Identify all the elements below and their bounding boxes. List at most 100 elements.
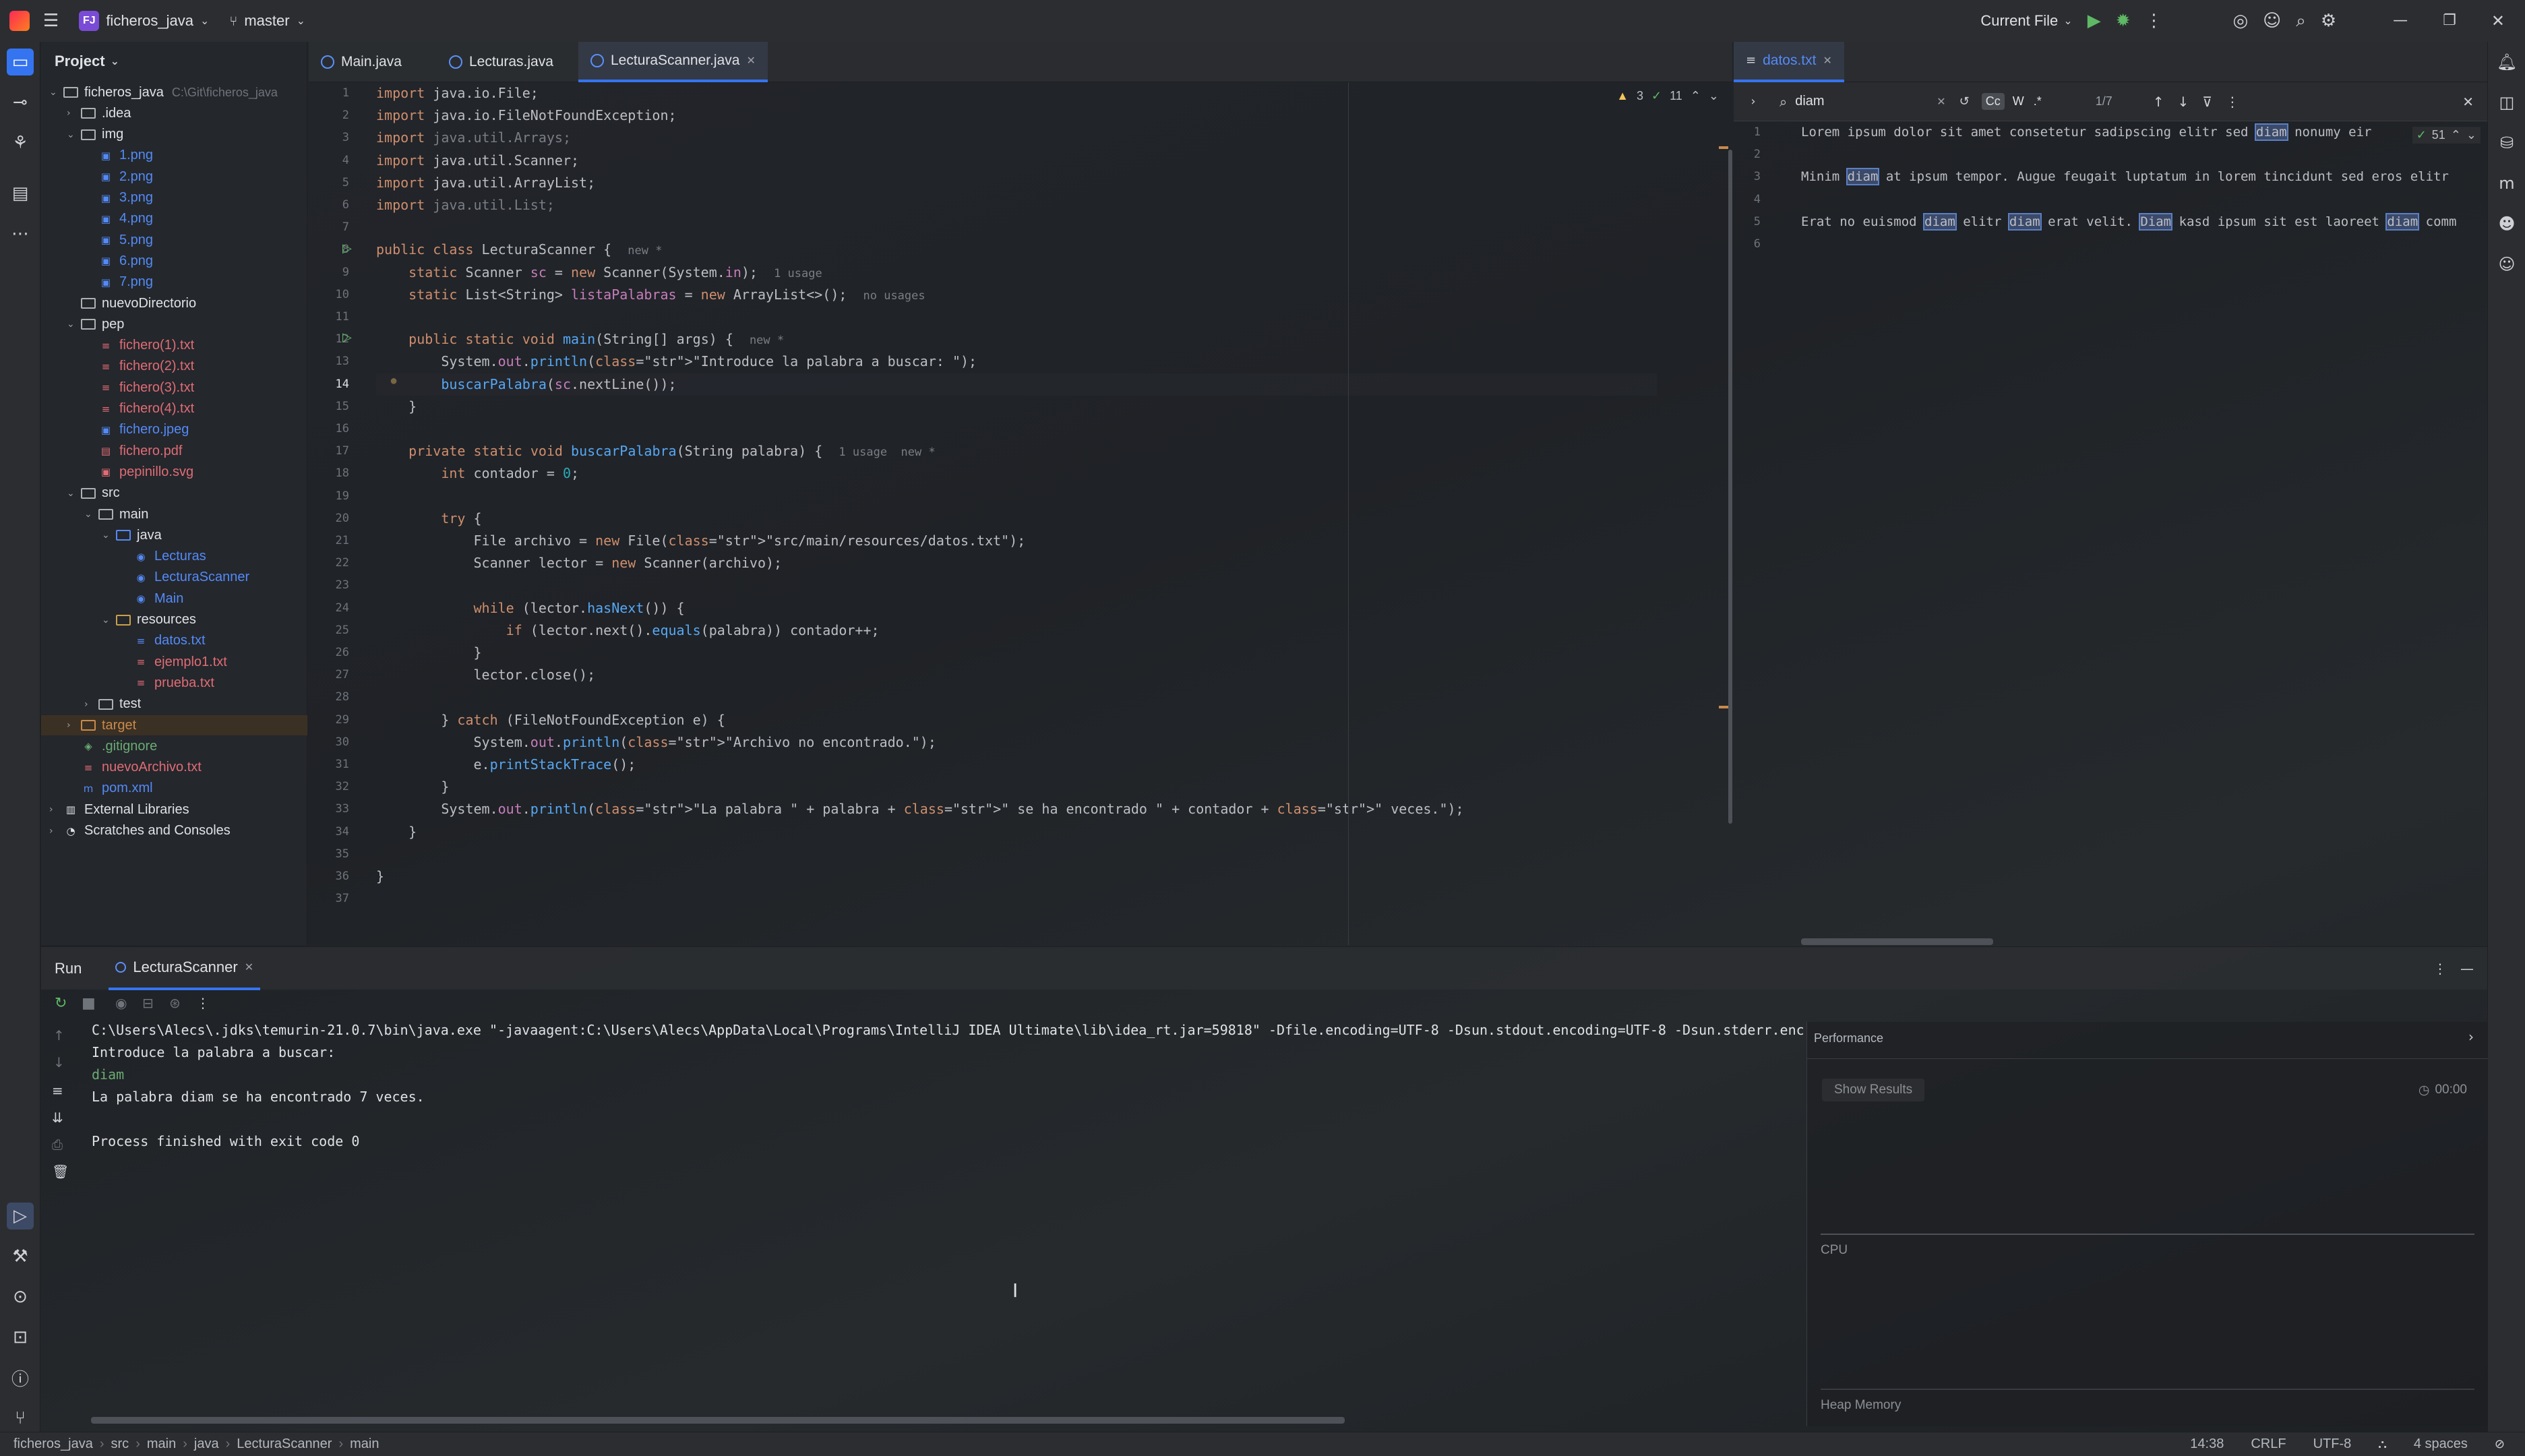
caret-position[interactable]: 14:38 bbox=[2190, 1436, 2224, 1452]
line-separator[interactable]: CRLF bbox=[2251, 1436, 2286, 1452]
console-scrollbar[interactable] bbox=[91, 1417, 1345, 1424]
structure-tool-icon[interactable]: ▤ bbox=[7, 180, 34, 207]
chevron-icon[interactable]: › bbox=[84, 699, 98, 710]
code-editor[interactable]: 1 2 3 4 5 6 7 8 9 10 11 12 13 14 15 16 17 18 19 20 21 22 23 24 2… bbox=[309, 82, 1732, 945]
chevron-icon[interactable]: › bbox=[49, 804, 63, 815]
tree-item-main[interactable]: ◉ Main bbox=[41, 588, 307, 609]
chevron-icon[interactable]: › bbox=[49, 826, 63, 837]
minimize-icon[interactable]: — bbox=[2393, 13, 2408, 28]
more-vertical-icon[interactable]: ⋮ bbox=[196, 996, 210, 1010]
indent-setting[interactable]: 4 spaces bbox=[2414, 1436, 2468, 1452]
close-icon[interactable]: ✕ bbox=[2491, 13, 2505, 29]
tree-item-pepinillo-svg[interactable]: ▣ pepinillo.svg bbox=[41, 462, 307, 482]
expand-find-icon[interactable]: › bbox=[1734, 82, 1773, 121]
tree-item-resources[interactable]: ⌄ resources bbox=[41, 610, 307, 630]
commit-tool-icon[interactable]: ⊸ bbox=[7, 89, 34, 116]
tree-item-prueba-txt[interactable]: ≡ prueba.txt bbox=[41, 673, 307, 693]
camera-icon[interactable]: ◉ bbox=[115, 996, 127, 1010]
breadcrumb-item[interactable]: main bbox=[350, 1436, 379, 1452]
chevron-down-icon[interactable]: ⌄ bbox=[1709, 89, 1719, 103]
tree-item--idea[interactable]: › .idea bbox=[41, 103, 307, 123]
editor-scrollbar[interactable] bbox=[1728, 150, 1732, 824]
build-tool-icon[interactable]: ⚒ bbox=[7, 1243, 34, 1270]
search-icon[interactable]: ⌕ bbox=[2296, 12, 2306, 30]
tree-item-lecturascanner[interactable]: ◉ LecturaScanner bbox=[41, 568, 307, 588]
tree-item-fichero-3-txt[interactable]: ≡ fichero(3).txt bbox=[41, 377, 307, 398]
copilot-icon[interactable]: ◫ bbox=[2493, 89, 2520, 116]
tree-item-nuevodirectorio[interactable]: nuevoDirectorio bbox=[41, 293, 307, 313]
chevron-up-icon[interactable]: ⌃ bbox=[2451, 128, 2461, 142]
tab-lecturas-java[interactable]: Lecturas.java bbox=[437, 42, 566, 82]
file-encoding[interactable]: UTF-8 bbox=[2313, 1436, 2352, 1452]
rerun-icon[interactable]: ↻ bbox=[55, 996, 67, 1011]
tree-item-nuevoarchivo-txt[interactable]: ≡ nuevoArchivo.txt bbox=[41, 758, 307, 778]
datos-inspection-widget[interactable]: ✓ 51 ⌃ ⌄ bbox=[2412, 127, 2481, 144]
breadcrumb-item[interactable]: LecturaScanner bbox=[237, 1436, 332, 1452]
tab-datos-txt[interactable]: ≡ datos.txt ✕ bbox=[1734, 42, 1844, 82]
tree-item-fichero-1-txt[interactable]: ≡ fichero(1).txt bbox=[41, 336, 307, 356]
terminal-tool-icon[interactable]: ⊡ bbox=[7, 1324, 34, 1351]
chevron-icon[interactable]: ⌄ bbox=[67, 488, 80, 499]
app-logo-icon[interactable] bbox=[9, 11, 30, 31]
soft-wrap-icon[interactable]: ≡ bbox=[52, 1084, 63, 1097]
tree-item-7-png[interactable]: ▣ 7.png bbox=[41, 272, 307, 293]
chevron-right-icon[interactable]: › bbox=[2468, 1030, 2474, 1043]
branch-switcher[interactable]: ⑂ master ⌄ bbox=[229, 12, 305, 30]
run-gutter-icon[interactable]: ▷ bbox=[342, 330, 352, 344]
show-results-button[interactable]: Show Results bbox=[1822, 1079, 1925, 1101]
tree-item-fichero-jpeg[interactable]: ▣ fichero.jpeg bbox=[41, 420, 307, 440]
readonly-toggle-icon[interactable]: ⊘ bbox=[2495, 1438, 2505, 1451]
tree-item-java[interactable]: ⌄ java bbox=[41, 525, 307, 545]
more-tools-icon[interactable]: ⋯ bbox=[7, 220, 34, 247]
tree-item--gitignore[interactable]: ◈ .gitignore bbox=[41, 736, 307, 756]
ai-assistant-icon[interactable]: ◎ bbox=[2232, 12, 2248, 30]
restore-layout-icon[interactable]: ⊟ bbox=[142, 996, 154, 1010]
run-config-tab[interactable]: LecturaScanner ✕ bbox=[109, 947, 261, 990]
services-tool-icon[interactable]: ⊙ bbox=[7, 1283, 34, 1310]
project-switcher[interactable]: FJ ficheros_java ⌄ bbox=[79, 11, 209, 31]
tree-item-pep[interactable]: ⌄ pep bbox=[41, 314, 307, 334]
tree-item-3-png[interactable]: ▣ 3.png bbox=[41, 188, 307, 208]
problems-tool-icon[interactable]: ⓘ bbox=[7, 1364, 34, 1391]
tree-item-test[interactable]: › test bbox=[41, 694, 307, 715]
minimize-panel-icon[interactable]: — bbox=[2460, 962, 2474, 975]
chevron-down-icon[interactable]: ⌄ bbox=[2466, 128, 2476, 142]
close-tab-icon[interactable]: ✕ bbox=[1823, 55, 1831, 66]
tree-item-img[interactable]: ⌄ img bbox=[41, 125, 307, 145]
chevron-icon[interactable]: ⌄ bbox=[102, 615, 115, 626]
tree-item-5-png[interactable]: ▣ 5.png bbox=[41, 230, 307, 250]
stop-icon[interactable]: ■ bbox=[82, 996, 96, 1011]
tree-item-src[interactable]: ⌄ src bbox=[41, 483, 307, 504]
restore-icon[interactable]: ❐ bbox=[2443, 13, 2456, 28]
history-icon[interactable]: ↺ bbox=[1959, 95, 1970, 108]
tree-item-pom-xml[interactable]: m pom.xml bbox=[41, 779, 307, 799]
tree-item-4-png[interactable]: ▣ 4.png bbox=[41, 209, 307, 229]
debug-icon[interactable]: ✹ bbox=[2116, 12, 2131, 30]
inspection-widget[interactable]: ▲ 3 ✓ 11 ⌃ ⌄ bbox=[1616, 89, 1719, 103]
run-icon[interactable]: ▶ bbox=[2088, 12, 2101, 30]
previous-match-icon[interactable]: ↑ bbox=[2153, 95, 2164, 109]
plugin-tool-icon[interactable]: ⚘ bbox=[7, 129, 34, 156]
clear-icon[interactable]: ✕ bbox=[1937, 96, 1945, 107]
datos-editor[interactable]: 1 2 3 4 5 6 Lorem ipsum dolor sit amet conset… bbox=[1734, 121, 2487, 945]
regex-toggle[interactable]: .* bbox=[2034, 94, 2042, 109]
tree-item-fichero-4-txt[interactable]: ≡ fichero(4).txt bbox=[41, 399, 307, 419]
tree-item-target[interactable]: › target bbox=[41, 715, 307, 735]
tree-item-fichero-2-txt[interactable]: ≡ fichero(2).txt bbox=[41, 357, 307, 377]
tree-item-2-png[interactable]: ▣ 2.png bbox=[41, 166, 307, 187]
tab-lecturascanner-java[interactable]: LecturaScanner.java ✕ bbox=[578, 42, 768, 82]
profile-icon[interactable]: ⊛ bbox=[169, 996, 181, 1010]
arrow-down-icon[interactable]: ↓ bbox=[53, 1056, 65, 1069]
project-tool-icon[interactable]: ▭ bbox=[7, 49, 34, 75]
tree-item-scratches-and-consoles[interactable]: › ◔ Scratches and Consoles bbox=[41, 821, 307, 841]
tree-item-ejemplo1-txt[interactable]: ≡ ejemplo1.txt bbox=[41, 652, 307, 672]
close-tab-icon[interactable]: ✕ bbox=[746, 55, 755, 66]
assistant-icon[interactable]: ☺ bbox=[2493, 251, 2520, 278]
tree-item-ficheros-java[interactable]: ⌄ ficheros_java C:\Git\ficheros_java bbox=[41, 82, 307, 102]
git-tool-icon[interactable]: ⑂ bbox=[7, 1405, 34, 1432]
horizontal-scrollbar[interactable] bbox=[1801, 938, 1993, 945]
run-gutter-icon[interactable]: ▷ bbox=[342, 241, 352, 255]
arrow-up-icon[interactable]: ↑ bbox=[53, 1029, 65, 1042]
print-icon[interactable]: ⎙ bbox=[52, 1138, 63, 1151]
breadcrumb-item[interactable]: ficheros_java bbox=[13, 1436, 93, 1452]
